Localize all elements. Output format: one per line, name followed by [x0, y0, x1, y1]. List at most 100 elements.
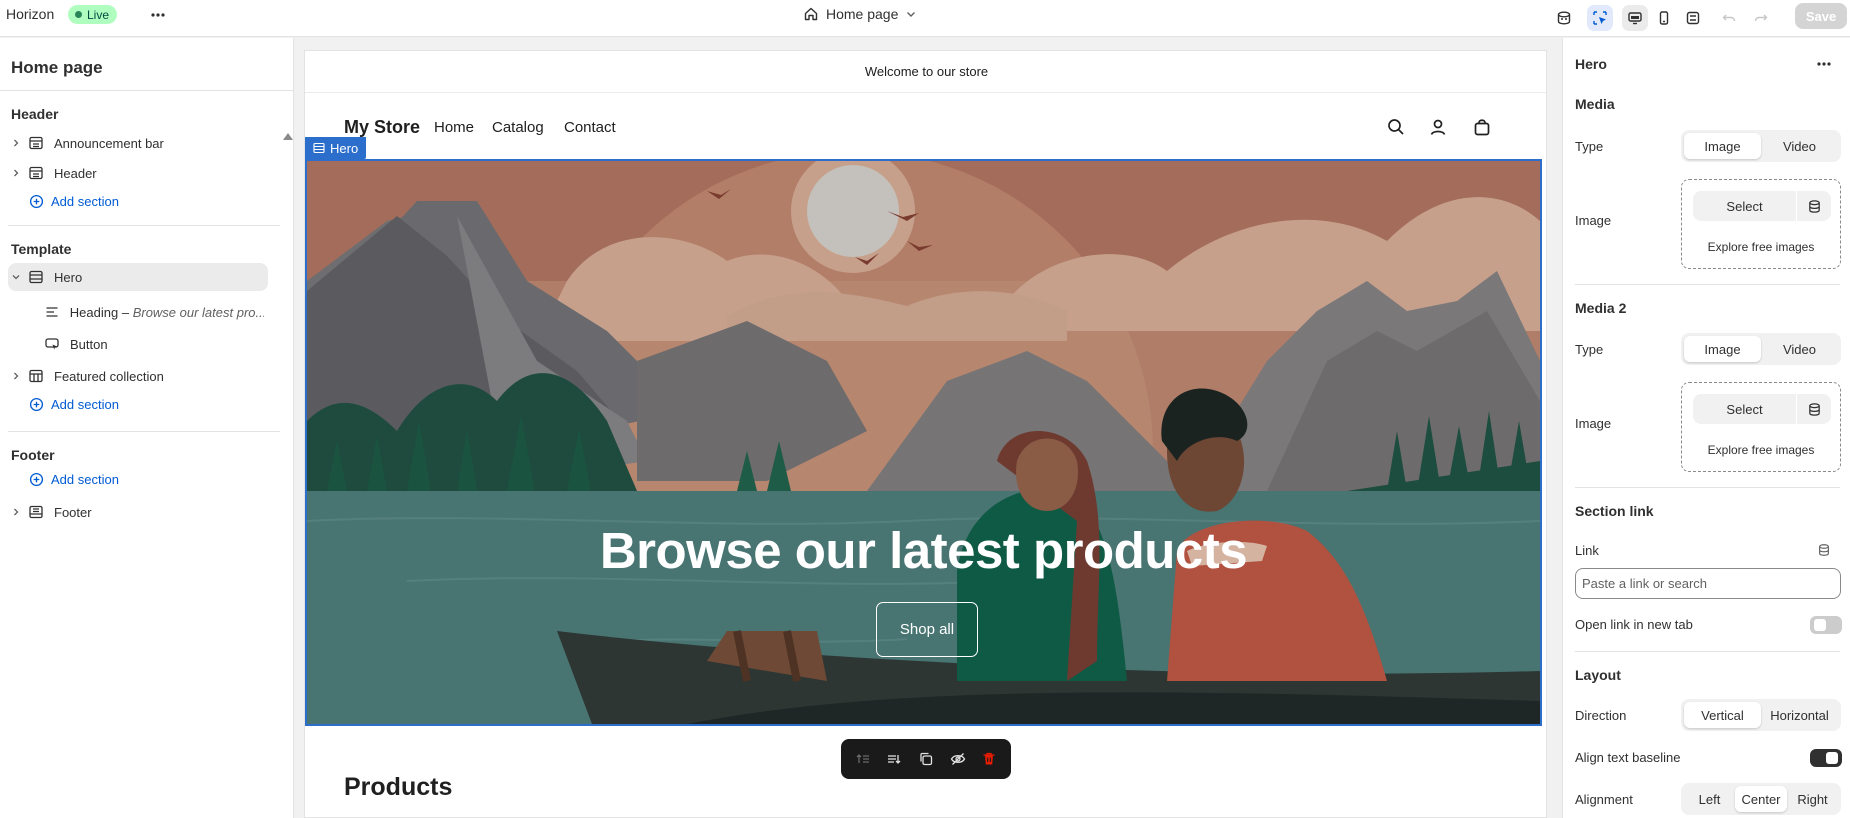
account-icon[interactable] — [1429, 118, 1447, 136]
section-layout-icon — [28, 368, 46, 384]
nav-link-catalog[interactable]: Catalog — [492, 119, 544, 136]
media-library-icon[interactable] — [1797, 199, 1831, 214]
theme-name: Horizon — [6, 6, 55, 22]
add-section-label: Add section — [51, 397, 119, 412]
align-baseline-label: Align text baseline — [1575, 750, 1681, 765]
tree-item-featured-collection[interactable]: Featured collection — [8, 362, 268, 390]
header-group-title: Header — [11, 106, 59, 122]
tree-item-announcement-bar[interactable]: Announcement bar — [8, 129, 268, 157]
more-actions-icon[interactable] — [150, 7, 166, 23]
tree-item-label: Footer — [54, 504, 92, 520]
media2-type-image-option[interactable]: Image — [1684, 336, 1761, 362]
tree-item-button-block[interactable]: Button — [44, 330, 264, 358]
announcement-bar[interactable]: Welcome to our store — [305, 51, 1546, 93]
live-status-badge: Live — [68, 5, 118, 24]
move-up-icon[interactable] — [855, 751, 871, 767]
hero-section[interactable]: Browse our latest products Shop all — [305, 159, 1542, 726]
shop-all-button[interactable]: Shop all — [876, 602, 978, 657]
hide-icon[interactable] — [950, 751, 966, 767]
chevron-down-icon[interactable] — [10, 272, 22, 282]
media2-type-video-option[interactable]: Video — [1761, 336, 1838, 362]
template-group-title: Template — [11, 241, 72, 257]
alignment-center-option[interactable]: Center — [1735, 786, 1787, 812]
open-new-tab-label: Open link in new tab — [1575, 617, 1693, 632]
media-heading: Media — [1575, 96, 1615, 112]
alignment-segmented: Left Center Right — [1681, 783, 1841, 815]
hero-heading[interactable]: Browse our latest products — [307, 521, 1540, 580]
theme-settings-icon[interactable] — [1551, 5, 1577, 31]
scroll-up-arrow-icon[interactable] — [283, 133, 293, 140]
settings-panel: Hero Media Type Image Video Image Select… — [1562, 38, 1850, 818]
tree-item-label: Hero — [54, 269, 83, 285]
direction-horizontal-option[interactable]: Horizontal — [1761, 702, 1838, 728]
tree-item-label: Announcement bar — [54, 135, 164, 151]
divider — [1575, 487, 1840, 488]
chevron-right-icon[interactable] — [10, 138, 22, 148]
link-input-placeholder: Paste a link or search — [1582, 576, 1708, 591]
mobile-icon[interactable] — [1651, 5, 1677, 31]
nav-link-contact[interactable]: Contact — [564, 119, 616, 136]
page-selector[interactable]: Home page — [803, 6, 917, 22]
direction-vertical-option[interactable]: Vertical — [1684, 702, 1761, 728]
more-actions-icon[interactable] — [1816, 56, 1832, 72]
chevron-right-icon[interactable] — [10, 371, 22, 381]
media-library-icon[interactable] — [1797, 402, 1831, 417]
settings-title: Hero — [1575, 56, 1607, 72]
hero-selection-tag[interactable]: Hero — [305, 137, 367, 159]
top-bar: Horizon Live Home page Save — [0, 0, 1850, 37]
chevron-right-icon[interactable] — [10, 507, 22, 517]
cart-icon[interactable] — [1473, 118, 1491, 136]
explore-free-images-link[interactable]: Explore free images — [1682, 240, 1840, 254]
add-section-button[interactable]: Add section — [29, 194, 119, 209]
inspector-icon[interactable] — [1587, 5, 1613, 31]
tree-item-label: Button — [70, 336, 108, 352]
media-type-image-option[interactable]: Image — [1684, 133, 1761, 159]
layout-heading: Layout — [1575, 667, 1621, 683]
desktop-icon[interactable] — [1622, 5, 1648, 31]
store-logo-text[interactable]: My Store — [344, 117, 420, 138]
add-section-button[interactable]: Add section — [29, 397, 119, 412]
select-image-button[interactable]: Select — [1693, 394, 1831, 424]
dynamic-source-icon[interactable] — [1817, 543, 1831, 557]
undo-icon[interactable] — [1716, 5, 1742, 31]
link-input[interactable]: Paste a link or search — [1575, 568, 1841, 599]
divider — [0, 90, 294, 91]
announcement-text: Welcome to our store — [864, 64, 989, 79]
move-down-icon[interactable] — [886, 751, 902, 767]
section-layout-icon — [28, 165, 46, 181]
open-new-tab-toggle[interactable] — [1810, 616, 1842, 634]
tree-item-footer[interactable]: Footer — [8, 498, 268, 526]
media-type-label: Type — [1575, 139, 1604, 154]
search-icon[interactable] — [1387, 118, 1405, 136]
media-type-video-option[interactable]: Video — [1761, 133, 1838, 159]
explore-free-images-link[interactable]: Explore free images — [1682, 443, 1840, 457]
plus-circle-icon — [29, 472, 44, 487]
alignment-left-option[interactable]: Left — [1684, 786, 1735, 812]
section-layout-icon — [28, 269, 46, 285]
alignment-right-option[interactable]: Right — [1787, 786, 1838, 812]
media2-image-label: Image — [1575, 416, 1612, 431]
hero-tag-label: Hero — [330, 140, 359, 156]
chevron-right-icon[interactable] — [10, 168, 22, 178]
store-preview: Welcome to our store My Store Home Catal… — [304, 50, 1547, 818]
select-image-button[interactable]: Select — [1693, 191, 1831, 221]
nav-link-home[interactable]: Home — [434, 119, 474, 136]
delete-icon[interactable] — [981, 751, 997, 767]
section-layout-icon — [28, 504, 46, 520]
duplicate-icon[interactable] — [918, 751, 934, 767]
fullscreen-icon[interactable] — [1680, 5, 1706, 31]
plus-circle-icon — [29, 194, 44, 209]
tree-item-heading-block[interactable]: Heading – Browse our latest pro... — [44, 298, 264, 326]
tree-item-hero[interactable]: Hero — [8, 263, 268, 291]
tree-item-header[interactable]: Header — [8, 159, 268, 187]
page-selector-label: Home page — [826, 6, 899, 22]
divider — [8, 225, 280, 226]
alignment-label: Alignment — [1575, 792, 1633, 807]
redo-icon[interactable] — [1748, 5, 1774, 31]
section-layout-icon — [28, 135, 46, 151]
products-heading[interactable]: Products — [344, 773, 452, 802]
align-baseline-toggle[interactable] — [1810, 749, 1842, 767]
home-icon — [803, 6, 819, 22]
add-section-button[interactable]: Add section — [29, 472, 119, 487]
save-button[interactable]: Save — [1795, 3, 1847, 29]
